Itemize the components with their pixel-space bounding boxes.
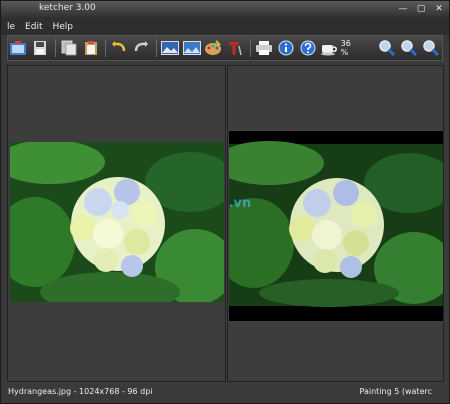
undo-icon [112, 41, 126, 52]
menu-edit[interactable]: Edit [20, 22, 47, 32]
image-alt-button[interactable] [181, 38, 202, 59]
painting-preview-pane[interactable]: LOG.vn [227, 65, 444, 382]
palette-icon [205, 40, 222, 55]
save-button[interactable] [30, 38, 51, 59]
zoom-level: 36 % [340, 39, 351, 57]
painting-style: Painting 5 (waterc [359, 386, 432, 396]
image-panes: LOG.vn [7, 65, 444, 382]
help-button[interactable] [297, 38, 318, 59]
image-info: Hydrangeas.jpg - 1024x768 - 96 dpi [8, 386, 153, 396]
toolbar-separator [249, 39, 251, 57]
status-bar: Hydrangeas.jpg - 1024x768 - 96 dpi Paint… [7, 384, 444, 398]
undo-button[interactable] [109, 38, 130, 59]
zoom-out-button[interactable] [420, 38, 441, 59]
info-icon [278, 40, 294, 56]
window-controls: — ▢ ✕ [397, 3, 445, 14]
image-alt-icon [182, 41, 201, 55]
zoom-fit-button[interactable] [399, 38, 420, 59]
title-bar: ketcher 3.00 — ▢ ✕ [1, 1, 449, 18]
paste-icon [84, 41, 97, 55]
text-button[interactable] [225, 38, 246, 59]
toolbar: 36 % [7, 35, 443, 61]
menu-help[interactable]: Help [47, 22, 78, 32]
app-window: ketcher 3.00 — ▢ ✕ le Edit Help 36 % .vn… [0, 0, 450, 404]
toolbar-separator [54, 39, 56, 57]
maximize-button[interactable]: ▢ [415, 3, 427, 14]
zoom-out-icon [422, 40, 439, 57]
window-title: ketcher 3.00 [39, 3, 96, 13]
zoom-in-button[interactable] [377, 38, 398, 59]
open-button[interactable] [8, 38, 29, 59]
paste-button[interactable] [80, 38, 101, 59]
coffee-icon [321, 45, 338, 56]
painting-photo: LOG.vn [229, 131, 443, 321]
image-icon [160, 41, 179, 55]
print-icon [255, 41, 272, 55]
menu-file[interactable]: le [1, 22, 20, 32]
original-image-pane[interactable] [7, 65, 226, 382]
text-icon [229, 42, 242, 56]
image-button[interactable] [160, 38, 181, 59]
coffee-button[interactable] [319, 38, 340, 59]
help-icon [300, 40, 315, 56]
menu-bar: le Edit Help [1, 18, 449, 35]
copy-button[interactable] [59, 38, 80, 59]
redo-icon [134, 41, 149, 52]
info-button[interactable] [275, 38, 296, 59]
close-button[interactable]: ✕ [433, 3, 445, 14]
print-button[interactable] [254, 38, 275, 59]
zoom-fit-icon [401, 40, 417, 57]
palette-button[interactable] [203, 38, 224, 59]
minimize-button[interactable]: — [397, 3, 409, 14]
copy-icon [61, 40, 77, 56]
zoom-in-icon [379, 40, 396, 57]
open-icon [10, 41, 27, 55]
watermark-text: LOG.vn [229, 196, 251, 211]
original-photo [10, 142, 224, 302]
toolbar-separator [155, 39, 157, 57]
toolbar-separator [105, 39, 107, 57]
redo-button[interactable] [131, 38, 152, 59]
save-icon [34, 41, 47, 55]
